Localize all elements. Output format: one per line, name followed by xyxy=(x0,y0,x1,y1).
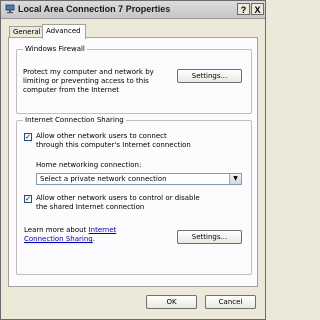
advanced-tab-panel: Windows Firewall Protect my computer and… xyxy=(8,37,258,287)
properties-dialog: Local Area Connection 7 Properties ? X G… xyxy=(0,0,266,320)
learn-more-suffix: . xyxy=(92,235,95,243)
help-button[interactable]: ? xyxy=(237,3,250,15)
window-title: Local Area Connection 7 Properties xyxy=(18,4,171,14)
allow-connect-checkbox[interactable]: ✓ xyxy=(24,133,32,141)
ok-button[interactable]: OK xyxy=(146,295,197,309)
home-connection-select[interactable]: Select a private network connection ▼ xyxy=(36,173,242,185)
firewall-group: Windows Firewall Protect my computer and… xyxy=(16,45,252,114)
close-button[interactable]: X xyxy=(251,3,264,15)
allow-control-checkbox[interactable]: ✓ xyxy=(24,195,32,203)
tab-advanced-label: Advanced xyxy=(46,27,81,35)
cancel-button[interactable]: Cancel xyxy=(205,295,256,309)
learn-more-text: Learn more about Internet Connection Sha… xyxy=(24,226,139,244)
ics-group-title: Internet Connection Sharing xyxy=(23,116,126,124)
allow-control-label: Allow other network users to control or … xyxy=(36,194,200,211)
title-bar[interactable]: Local Area Connection 7 Properties ? X xyxy=(1,1,265,19)
allow-connect-label: Allow other network users to connect thr… xyxy=(36,132,191,149)
home-networking-label: Home networking connection: xyxy=(36,161,142,169)
chevron-down-icon[interactable]: ▼ xyxy=(229,174,241,184)
firewall-group-title: Windows Firewall xyxy=(23,45,87,53)
home-connection-value: Select a private network connection xyxy=(40,175,167,183)
network-connection-icon xyxy=(5,4,15,14)
tab-advanced[interactable]: Advanced xyxy=(42,24,86,39)
firewall-settings-button[interactable]: Settings... xyxy=(177,69,242,83)
learn-more-prefix: Learn more about xyxy=(24,226,89,234)
tab-general-label: General xyxy=(13,28,41,36)
ics-settings-button[interactable]: Settings... xyxy=(177,230,242,244)
firewall-description: Protect my computer and network by limit… xyxy=(23,68,154,94)
ics-group: Internet Connection Sharing ✓ Allow othe… xyxy=(16,116,252,275)
